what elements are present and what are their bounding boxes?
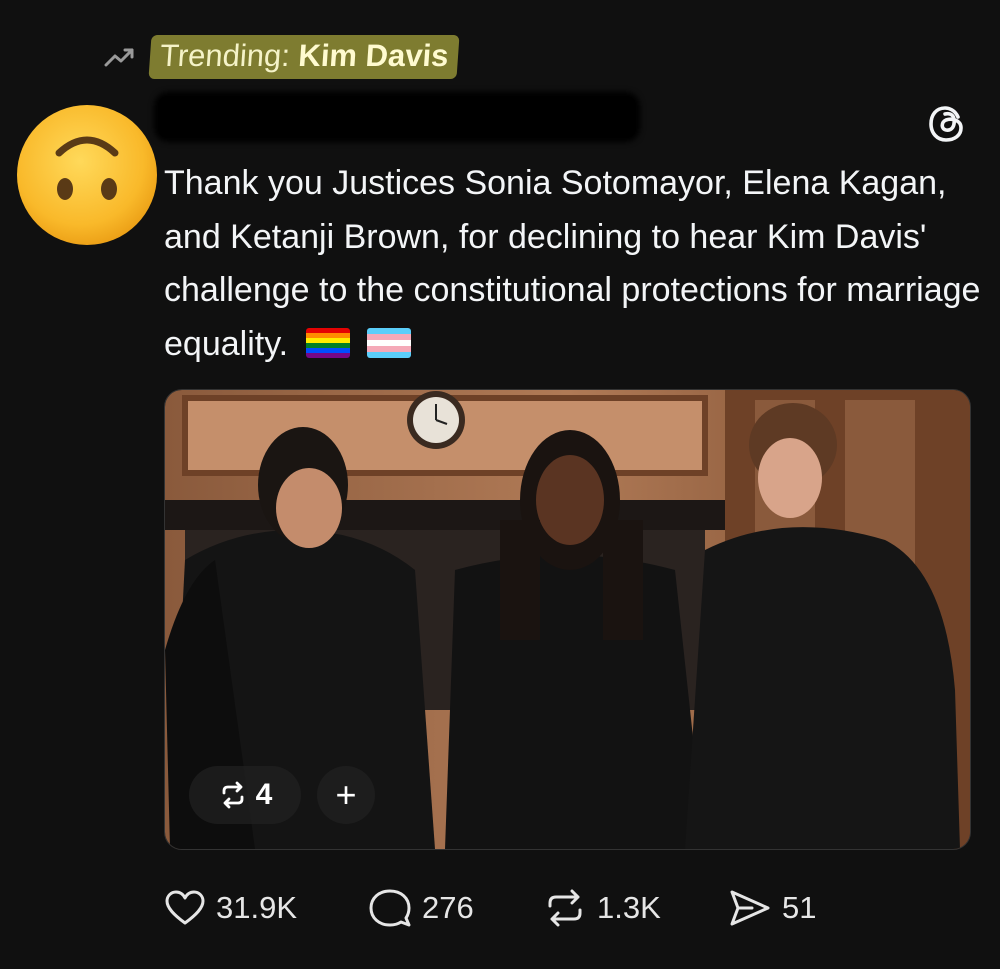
action-bar: 31.9K 276 1.3K 51: [164, 883, 848, 933]
like-count: 31.9K: [216, 890, 298, 925]
reply-button[interactable]: 276: [368, 888, 543, 928]
post-text: Thank you Justices Sonia Sotomayor, Elen…: [164, 157, 984, 371]
heart-icon: [165, 890, 205, 925]
repost-count: 1.3K: [597, 890, 661, 925]
threads-logo-icon[interactable]: [928, 105, 966, 143]
rainbow-flag-icon: [305, 327, 350, 358]
trending-icon: [104, 48, 134, 67]
trending-topic: Kim Davis: [297, 38, 450, 73]
post-body: Thank you Justices Sonia Sotomayor, Elen…: [164, 164, 981, 363]
trending-row[interactable]: Trending: Kim Davis: [104, 34, 460, 80]
repost-icon: [548, 889, 582, 927]
share-count: 51: [782, 890, 817, 925]
reply-count: 276: [422, 890, 474, 925]
trending-label[interactable]: Trending: Kim Davis: [148, 35, 460, 79]
repost-icon: [222, 781, 244, 809]
transgender-flag-icon: [367, 327, 412, 358]
comment-icon: [369, 889, 411, 927]
add-button[interactable]: +: [317, 766, 375, 824]
media-repost-chip[interactable]: 4: [189, 766, 301, 824]
share-button[interactable]: 51: [728, 888, 848, 928]
plus-icon: +: [335, 774, 357, 815]
trending-prefix: Trending:: [158, 38, 292, 73]
like-button[interactable]: 31.9K: [164, 889, 368, 927]
redacted-username: [158, 96, 636, 138]
avatar[interactable]: [15, 103, 159, 247]
post-photo[interactable]: 4 +: [164, 389, 971, 850]
share-icon: [730, 890, 770, 926]
repost-button[interactable]: 1.3K: [543, 888, 728, 928]
media-repost-count: 4: [255, 778, 273, 811]
